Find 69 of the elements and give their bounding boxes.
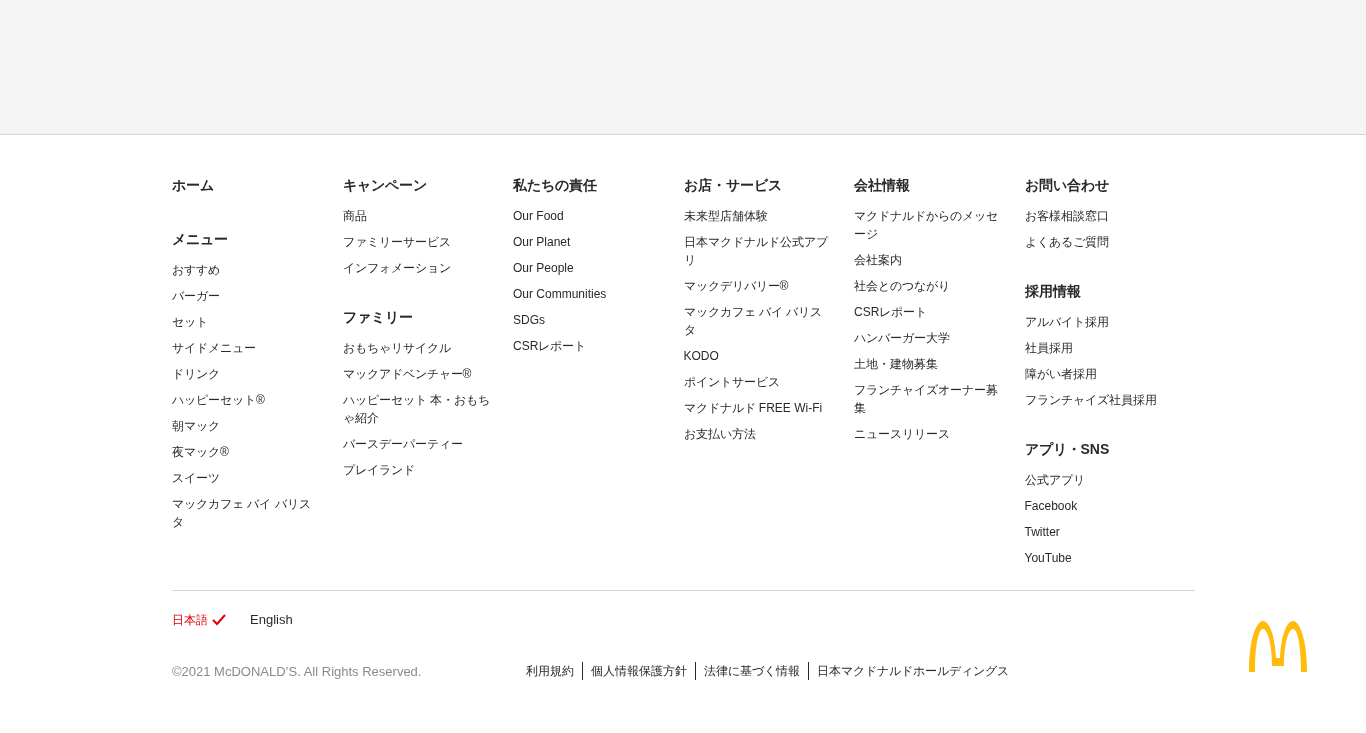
footer-heading[interactable]: お問い合わせ [1024, 175, 1109, 195]
footer-link[interactable]: KODO [683, 343, 719, 369]
footer-link[interactable]: スイーツ [172, 465, 220, 491]
checkmark-icon [212, 613, 226, 626]
footer-link[interactable]: ポイントサービス [683, 369, 780, 395]
footer-link[interactable]: 社員採用 [1024, 335, 1073, 361]
footer-link[interactable]: マックデリバリー® [683, 273, 789, 299]
footer-link[interactable]: 社会とのつながり [854, 273, 950, 299]
footer-link[interactable]: フランチャイズオーナー募集 [854, 377, 1002, 421]
footer-link[interactable]: マックアドベンチャー® [342, 361, 472, 387]
legal-link[interactable]: 日本マクドナルドホールディングス [808, 662, 1017, 681]
golden-arches-logo [1248, 620, 1308, 672]
footer-link[interactable]: ハンバーガー大学 [854, 325, 950, 351]
footer-link[interactable]: 未来型店舗体験 [683, 203, 768, 229]
footer-link[interactable]: ニュースリリース [854, 421, 950, 447]
footer-link[interactable]: マクドナルド FREE Wi-Fi [683, 395, 823, 421]
footer-link[interactable]: Our Planet [513, 229, 571, 255]
footer-link[interactable]: プレイランド [342, 457, 415, 483]
legal-link[interactable]: 利用規約 [526, 662, 582, 681]
footer-heading[interactable]: 私たちの責任 [513, 175, 597, 195]
language-link[interactable]: 日本語 [172, 610, 226, 629]
footer-link[interactable]: 朝マック [172, 413, 220, 439]
footer-link[interactable]: CSRレポート [854, 299, 928, 325]
footer-heading[interactable]: メニュー [172, 229, 228, 249]
footer-link[interactable]: ハッピーセット 本・おもちゃ紹介 [342, 387, 491, 431]
legal-link[interactable]: 法律に基づく情報 [695, 662, 808, 681]
footer-link[interactable]: ファミリーサービス [342, 229, 451, 255]
footer-link[interactable]: 会社案内 [854, 247, 902, 273]
footer-link[interactable]: 土地・建物募集 [854, 351, 938, 377]
footer-link[interactable]: マクドナルドからのメッセージ [854, 203, 1002, 247]
footer-link[interactable]: お客様相談窓口 [1024, 203, 1109, 229]
footer-heading[interactable]: 会社情報 [854, 175, 910, 195]
footer-heading[interactable]: キャンペーン [342, 175, 427, 195]
footer-link[interactable]: おすすめ [172, 257, 220, 283]
legal-link[interactable]: 個人情報保護方針 [582, 662, 695, 681]
footer-link[interactable]: Twitter [1024, 519, 1060, 545]
footer-link[interactable]: サイドメニュー [172, 335, 256, 361]
footer-link[interactable]: 公式アプリ [1024, 467, 1085, 493]
footer-link[interactable]: セット [172, 309, 208, 335]
footer-link[interactable]: インフォメーション [342, 255, 451, 281]
footer-link[interactable]: ドリンク [172, 361, 220, 387]
footer-link[interactable]: お支払い方法 [683, 421, 756, 447]
footer-heading[interactable]: お店・サービス [683, 175, 782, 195]
footer-link[interactable]: CSRレポート [513, 333, 587, 359]
footer-link[interactable]: バースデーパーティー [342, 431, 463, 457]
footer-heading[interactable]: ホーム [172, 175, 214, 195]
footer-link[interactable]: Facebook [1024, 493, 1078, 519]
footer-link[interactable]: よくあるご質問 [1024, 229, 1109, 255]
footer-link[interactable]: Our Food [513, 203, 564, 229]
footer-link[interactable]: マックカフェ バイ バリスタ [172, 491, 320, 535]
footer-link[interactable]: 障がい者採用 [1024, 361, 1097, 387]
copyright-text: ©2021 McDONALD’S. All Rights Reserved. [172, 662, 423, 681]
footer-link[interactable]: 夜マック® [172, 439, 229, 465]
footer-link[interactable]: フランチャイズ社員採用 [1024, 387, 1157, 413]
footer-link[interactable]: マックカフェ バイ バリスタ [683, 299, 832, 343]
footer-link[interactable]: おもちゃリサイクル [342, 335, 451, 361]
footer-link[interactable]: YouTube [1024, 545, 1072, 571]
footer-link[interactable]: 商品 [342, 203, 367, 229]
footer-link[interactable]: ハッピーセット® [172, 387, 265, 413]
footer-link[interactable]: バーガー [172, 283, 220, 309]
footer-heading[interactable]: アプリ・SNS [1024, 439, 1110, 459]
footer-link[interactable]: SDGs [513, 307, 545, 333]
footer-heading[interactable]: 採用情報 [1024, 281, 1081, 301]
footer-link[interactable]: 日本マクドナルド公式アプリ [683, 229, 832, 273]
footer-heading[interactable]: ファミリー [342, 307, 413, 327]
language-link[interactable]: English [250, 610, 293, 630]
footer-link[interactable]: Our People [513, 255, 574, 281]
footer-link[interactable]: アルバイト採用 [1024, 309, 1109, 335]
footer-link[interactable]: Our Communities [513, 281, 607, 307]
